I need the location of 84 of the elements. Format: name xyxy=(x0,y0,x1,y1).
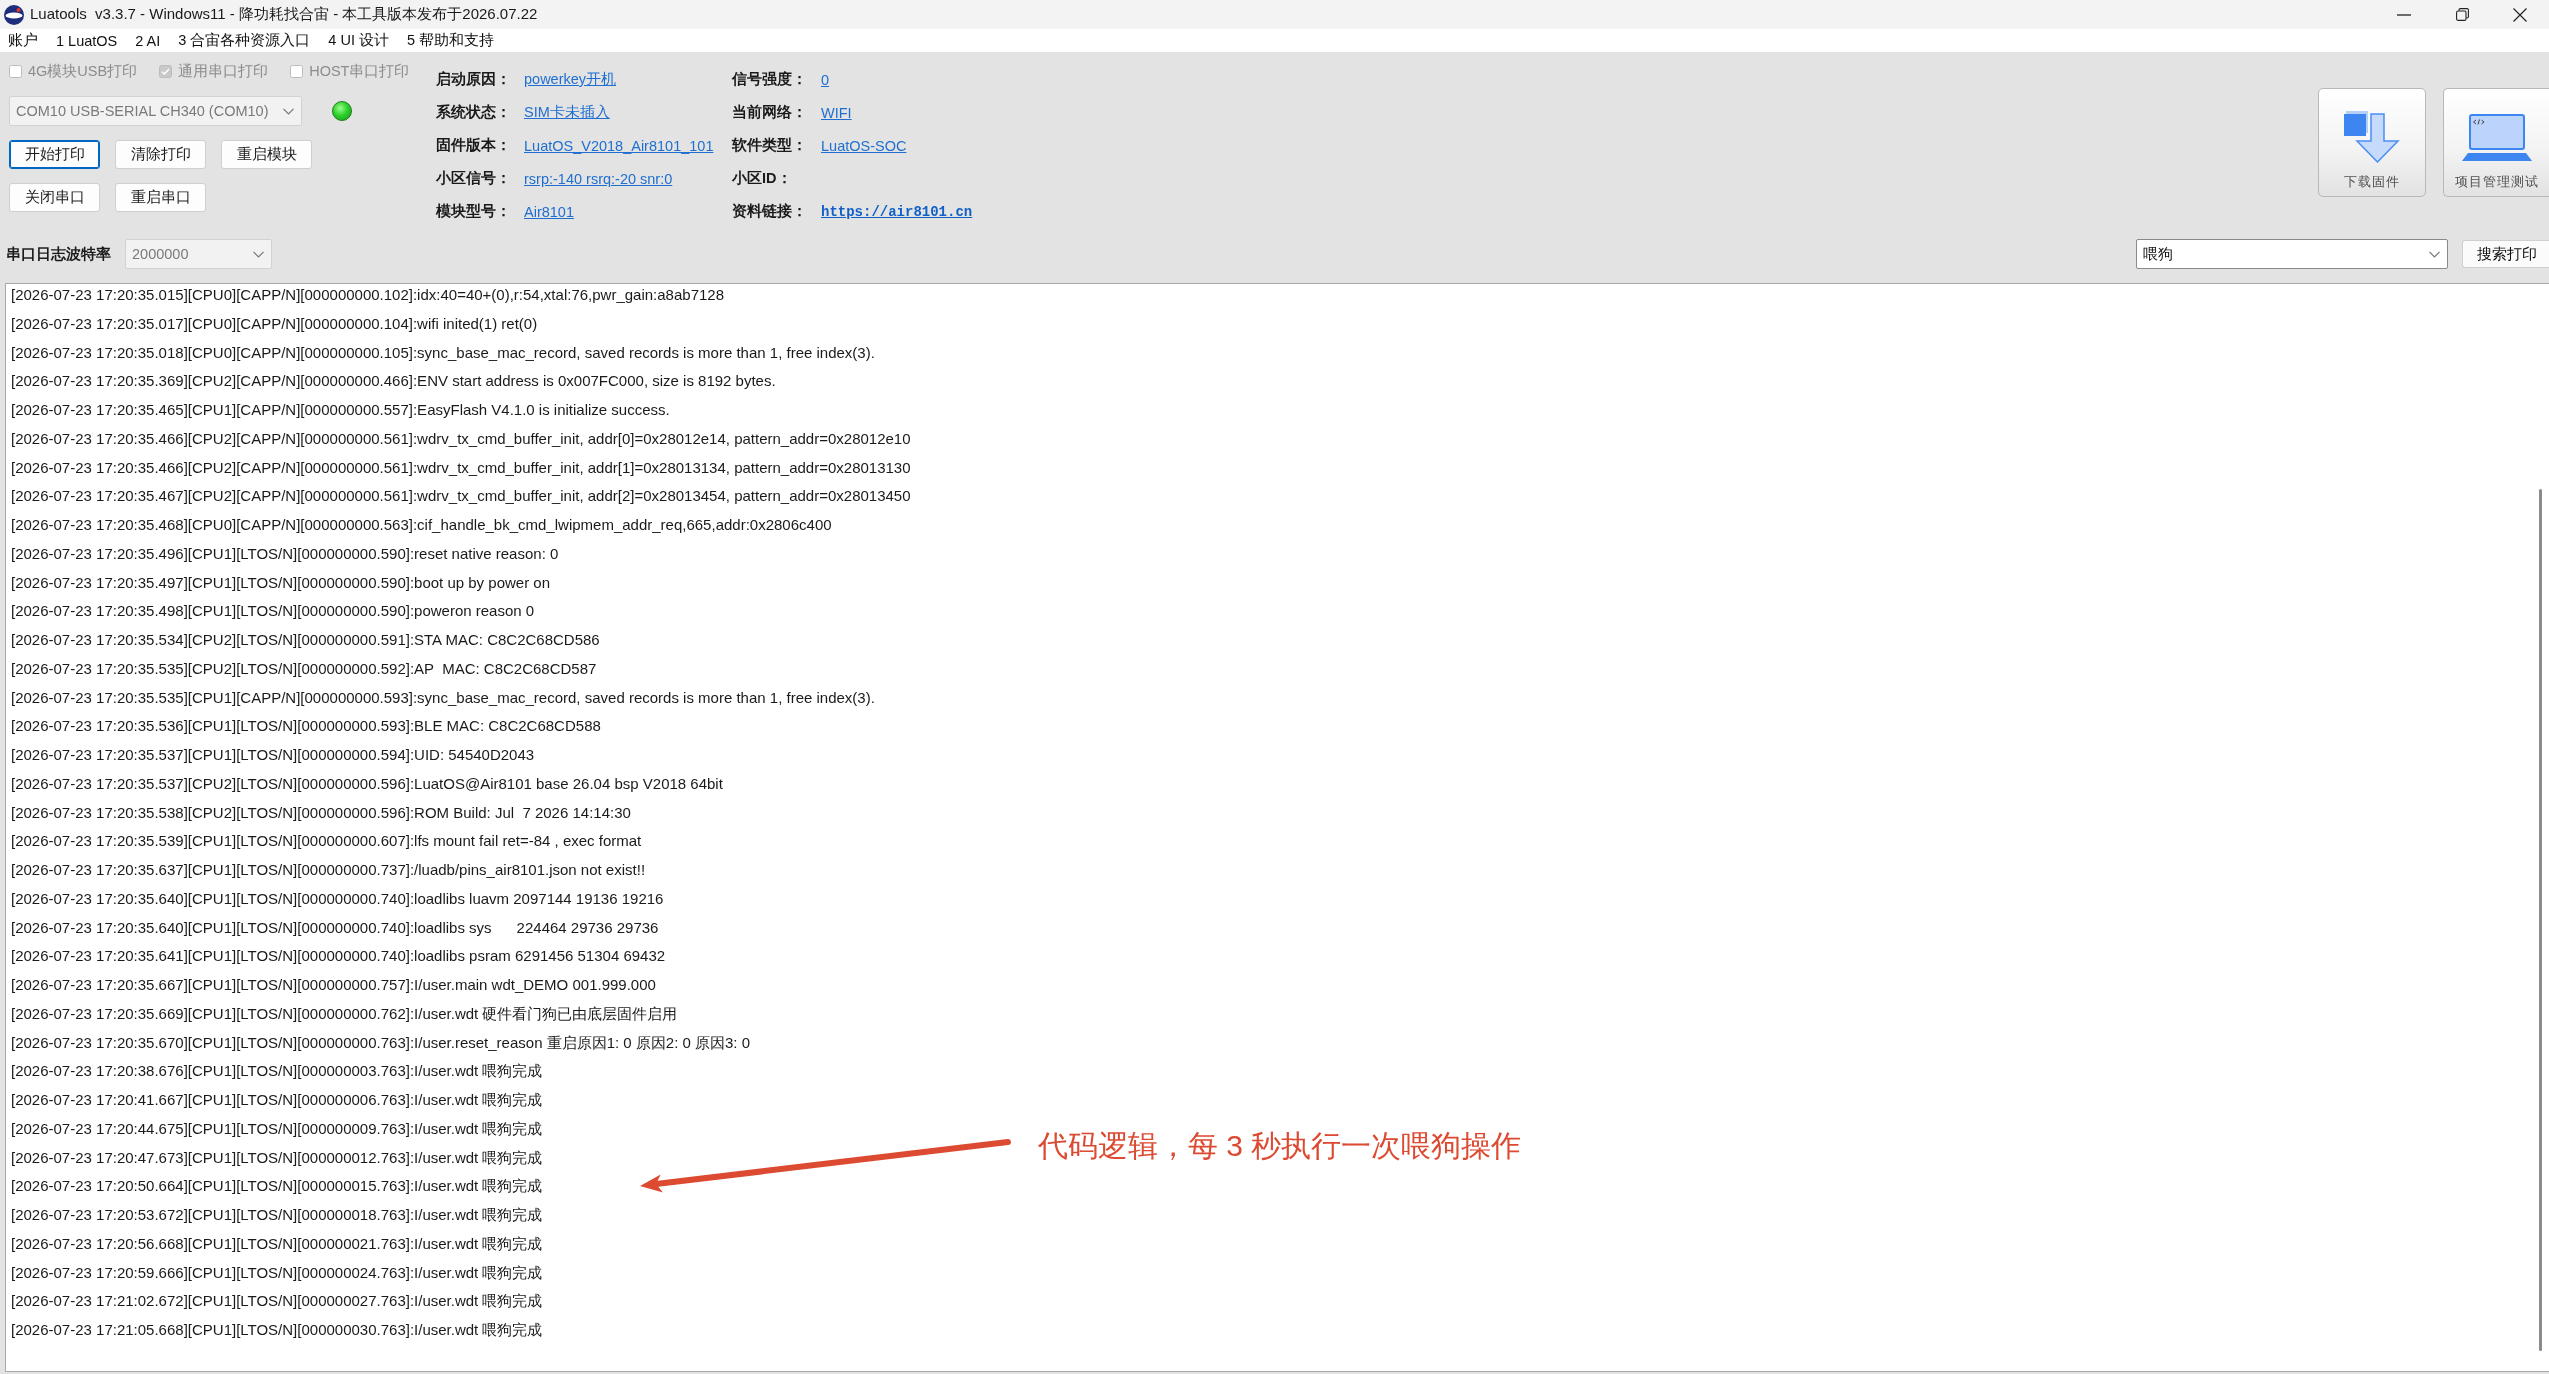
search-field[interactable]: 喂狗 xyxy=(2136,239,2448,269)
start-print-button[interactable]: 开始打印 xyxy=(9,140,100,169)
annotation-text: 代码逻辑，每 3 秒执行一次喂狗操作 xyxy=(1038,1128,1522,1164)
menu-item[interactable]: 5 帮助和支持 xyxy=(407,31,495,50)
log-line: [2026-07-23 17:20:41.667][CPU1][LTOS/N][000000006.763]:I/user.wdt 喂狗完成 xyxy=(11,1090,543,1110)
log-line: [2026-07-23 17:20:35.466][CPU2][CAPP/N][000000000.561]:wdrv_tx_cmd_buffer_init, addr[1]=0x28013134, pattern_addr=0x28013130 xyxy=(11,457,911,478)
log-line: [2026-07-23 17:20:35.537][CPU2][LTOS/N][000000000.596]:LuatOS@Air8101 base 26.04 bsp V2018 64bit xyxy=(11,773,723,794)
info-link[interactable]: SIM卡未插入 xyxy=(524,103,610,122)
log-line: [2026-07-23 17:20:50.664][CPU1][LTOS/N][000000015.763]:I/user.wdt 喂狗完成 xyxy=(11,1176,543,1197)
log-line: [2026-07-23 17:20:35.535][CPU1][CAPP/N][000000000.593]:sync_base_mac_record, saved records is more than 1, free index(3). xyxy=(11,687,875,708)
log-line: [2026-07-23 17:20:38.676][CPU1][LTOS/N][000000003.763]:I/user.wdt 喂狗完成 xyxy=(11,1061,543,1082)
laptop-code-icon xyxy=(2461,111,2532,163)
info-link[interactable]: 0 xyxy=(821,71,830,88)
clear-print-button[interactable]: 清除打印 xyxy=(115,140,206,169)
info-link[interactable]: LuatOS-SOC xyxy=(821,137,907,154)
log-line: [2026-07-23 17:20:35.670][CPU1][LTOS/N][000000000.763]:I/user.reset_reason 重启原因1: 0 原因2: 0 原因3: 0 xyxy=(11,1032,751,1053)
log-line: [2026-07-23 17:20:35.538][CPU2][LTOS/N][000000000.596]:ROM Build: Jul 7 2026 14:14:30 xyxy=(11,802,631,823)
log-line: [2026-07-23 17:20:35.640][CPU1][LTOS/N][000000000.740]:loadlibs luavm 2097144 19136 19216 xyxy=(11,888,664,909)
log-line: [2026-07-23 17:20:35.496][CPU1][LTOS/N][000000000.590]:reset native reason: 0 xyxy=(11,543,559,564)
info-link[interactable]: WIFI xyxy=(821,104,852,121)
log-line: [2026-07-23 17:20:35.018][CPU0][CAPP/N][000000000.105]:sync_base_mac_record, saved records is more than 1, free index(3). xyxy=(11,342,875,363)
log-line: [2026-07-23 17:20:35.498][CPU1][LTOS/N][000000000.590]:poweron reason 0 xyxy=(11,601,535,622)
info-label: 小区信号： xyxy=(436,169,512,188)
restart-module-button[interactable]: 重启模块 xyxy=(221,140,312,169)
log-line: [2026-07-23 17:21:02.672][CPU1][LTOS/N][000000027.763]:I/user.wdt 喂狗完成 xyxy=(11,1291,543,1312)
menu-item[interactable]: 4 UI 设计 xyxy=(328,31,389,50)
info-link[interactable]: LuatOS_V2018_Air8101_101 xyxy=(524,137,714,154)
scrollbar-thumb[interactable] xyxy=(2539,489,2542,1351)
log-line: [2026-07-23 17:20:35.468][CPU0][CAPP/N][000000000.563]:cif_handle_bk_cmd_lwipmem_addr_req,665,addr:0x2806c400 xyxy=(11,515,832,535)
log-line: [2026-07-23 17:20:35.465][CPU1][CAPP/N][000000000.557]:EasyFlash V4.1.0 is initialize success. xyxy=(11,400,670,420)
menu-item[interactable]: 2 AI xyxy=(135,32,161,49)
info-label: 小区ID： xyxy=(732,169,793,188)
log-line: [2026-07-23 17:20:35.466][CPU2][CAPP/N][000000000.561]:wdrv_tx_cmd_buffer_init, addr[0]=0x28012e14, pattern_addr=0x28012e10 xyxy=(11,428,911,449)
log-line: [2026-07-23 17:20:47.673][CPU1][LTOS/N][000000012.763]:I/user.wdt 喂狗完成 xyxy=(11,1147,543,1168)
log-line: [2026-07-23 17:20:35.537][CPU1][LTOS/N][000000000.594]:UID: 54540D2043 xyxy=(11,745,535,765)
log-line: [2026-07-23 17:20:35.369][CPU2][CAPP/N][000000000.466]:ENV start address is 0x007FC000, size is 8192 bytes. xyxy=(11,371,776,392)
info-label: 当前网络： xyxy=(732,103,808,122)
menu-item[interactable]: 3 合宙各种资源入口 xyxy=(178,31,311,50)
info-link[interactable]: Air8101 xyxy=(524,203,574,220)
log-line: [2026-07-23 17:20:35.467][CPU2][CAPP/N][000000000.561]:wdrv_tx_cmd_buffer_init, addr[2]=0x28013454, pattern_addr=0x28013450 xyxy=(11,486,911,507)
log-line: [2026-07-23 17:20:35.015][CPU0][CAPP/N][000000000.102]:idx:40=40+(0),r:54,xtal:76,pwr_gain:a8ab7128 xyxy=(11,285,724,305)
restart-port-button[interactable]: 重启串口 xyxy=(115,183,206,212)
baud-rate-label: 串口日志波特率 xyxy=(6,244,111,264)
info-label: 模块型号： xyxy=(436,202,512,221)
log-line: [2026-07-23 17:20:35.667][CPU1][LTOS/N][000000000.757]:I/user.main wdt_DEMO 001.999.000 xyxy=(11,975,656,995)
close-icon xyxy=(2513,7,2527,22)
info-link[interactable]: powerkey开机 xyxy=(524,70,617,89)
log-line: [2026-07-23 17:20:59.666][CPU1][LTOS/N][000000024.763]:I/user.wdt 喂狗完成 xyxy=(11,1262,543,1283)
log-line: [2026-07-23 17:20:35.641][CPU1][LTOS/N][000000000.740]:loadlibs psram 6291456 51304 69432 xyxy=(11,946,666,967)
log-line: [2026-07-23 17:20:35.534][CPU2][LTOS/N][000000000.591]:STA MAC: C8C2C68CD586 xyxy=(11,630,600,650)
log-line: [2026-07-23 17:20:56.668][CPU1][LTOS/N][000000021.763]:I/user.wdt 喂狗完成 xyxy=(11,1233,543,1254)
menu-item[interactable]: 账户 xyxy=(8,31,38,50)
window-title: Luatools v3.3.7 - Windows11 - 降功耗找合宙 - 本工具版本发布于2026.07.22 xyxy=(30,5,538,24)
chevron-down-icon xyxy=(2429,250,2440,258)
search-print-button[interactable]: 搜索打印 xyxy=(2462,240,2549,268)
log-line: [2026-07-23 17:20:35.637][CPU1][LTOS/N][000000000.737]:/luadb/pins_air8101.json not exist!! xyxy=(11,860,646,880)
url-link[interactable]: https://air8101.cn xyxy=(821,203,973,220)
info-label: 软件类型： xyxy=(732,136,808,155)
log-line: [2026-07-23 17:20:35.669][CPU1][LTOS/N][000000000.762]:I/user.wdt 硬件看门狗已由底层固件启用 xyxy=(11,1003,678,1024)
info-label: 信号强度： xyxy=(732,70,808,89)
info-label: 固件版本： xyxy=(436,136,512,155)
info-label: 资料链接： xyxy=(732,202,808,221)
app-logo-icon xyxy=(4,4,24,25)
log-line: [2026-07-23 17:20:35.497][CPU1][LTOS/N][000000000.590]:boot up by power on xyxy=(11,572,550,593)
log-line: [2026-07-23 17:20:44.675][CPU1][LTOS/N][000000009.763]:I/user.wdt 喂狗完成 xyxy=(11,1118,543,1139)
info-label: 系统状态： xyxy=(436,103,512,122)
info-link[interactable]: rsrp:-140 rsrq:-20 snr:0 xyxy=(524,170,673,187)
menu-item[interactable]: 1 LuatOS xyxy=(56,32,118,49)
close-port-button[interactable]: 关闭串口 xyxy=(9,183,100,212)
restore-icon xyxy=(2455,8,2469,21)
project-test-button[interactable]: 项目管理测试 xyxy=(2443,88,2549,197)
chevron-down-icon xyxy=(283,107,294,115)
log-line: [2026-07-23 17:21:05.668][CPU1][LTOS/N][000000030.763]:I/user.wdt 喂狗完成 xyxy=(11,1320,543,1340)
info-label: 启动原因： xyxy=(436,70,512,89)
log-line: [2026-07-23 17:20:35.017][CPU0][CAPP/N][000000000.104]:wifi inited(1) ret(0) xyxy=(11,313,538,334)
log-line: [2026-07-23 17:20:35.535][CPU2][LTOS/N][000000000.592]:AP MAC: C8C2C68CD587 xyxy=(11,658,597,679)
minimize-icon xyxy=(2397,13,2411,16)
log-line: [2026-07-23 17:20:35.536][CPU1][LTOS/N][000000000.593]:BLE MAC: C8C2C68CD588 xyxy=(11,716,601,737)
download-firmware-button[interactable]: 下载固件 xyxy=(2318,88,2426,197)
log-line: [2026-07-23 17:20:35.640][CPU1][LTOS/N][000000000.740]:loadlibs sys 224464 29736 29736 xyxy=(11,917,659,938)
log-line: [2026-07-23 17:20:53.672][CPU1][LTOS/N][000000018.763]:I/user.wdt 喂狗完成 xyxy=(11,1205,543,1225)
download-icon xyxy=(2344,111,2400,163)
log-line: [2026-07-23 17:20:35.539][CPU1][LTOS/N][000000000.607]:lfs mount fail ret=-84 , exec format xyxy=(11,831,642,852)
chevron-down-icon xyxy=(253,250,264,258)
